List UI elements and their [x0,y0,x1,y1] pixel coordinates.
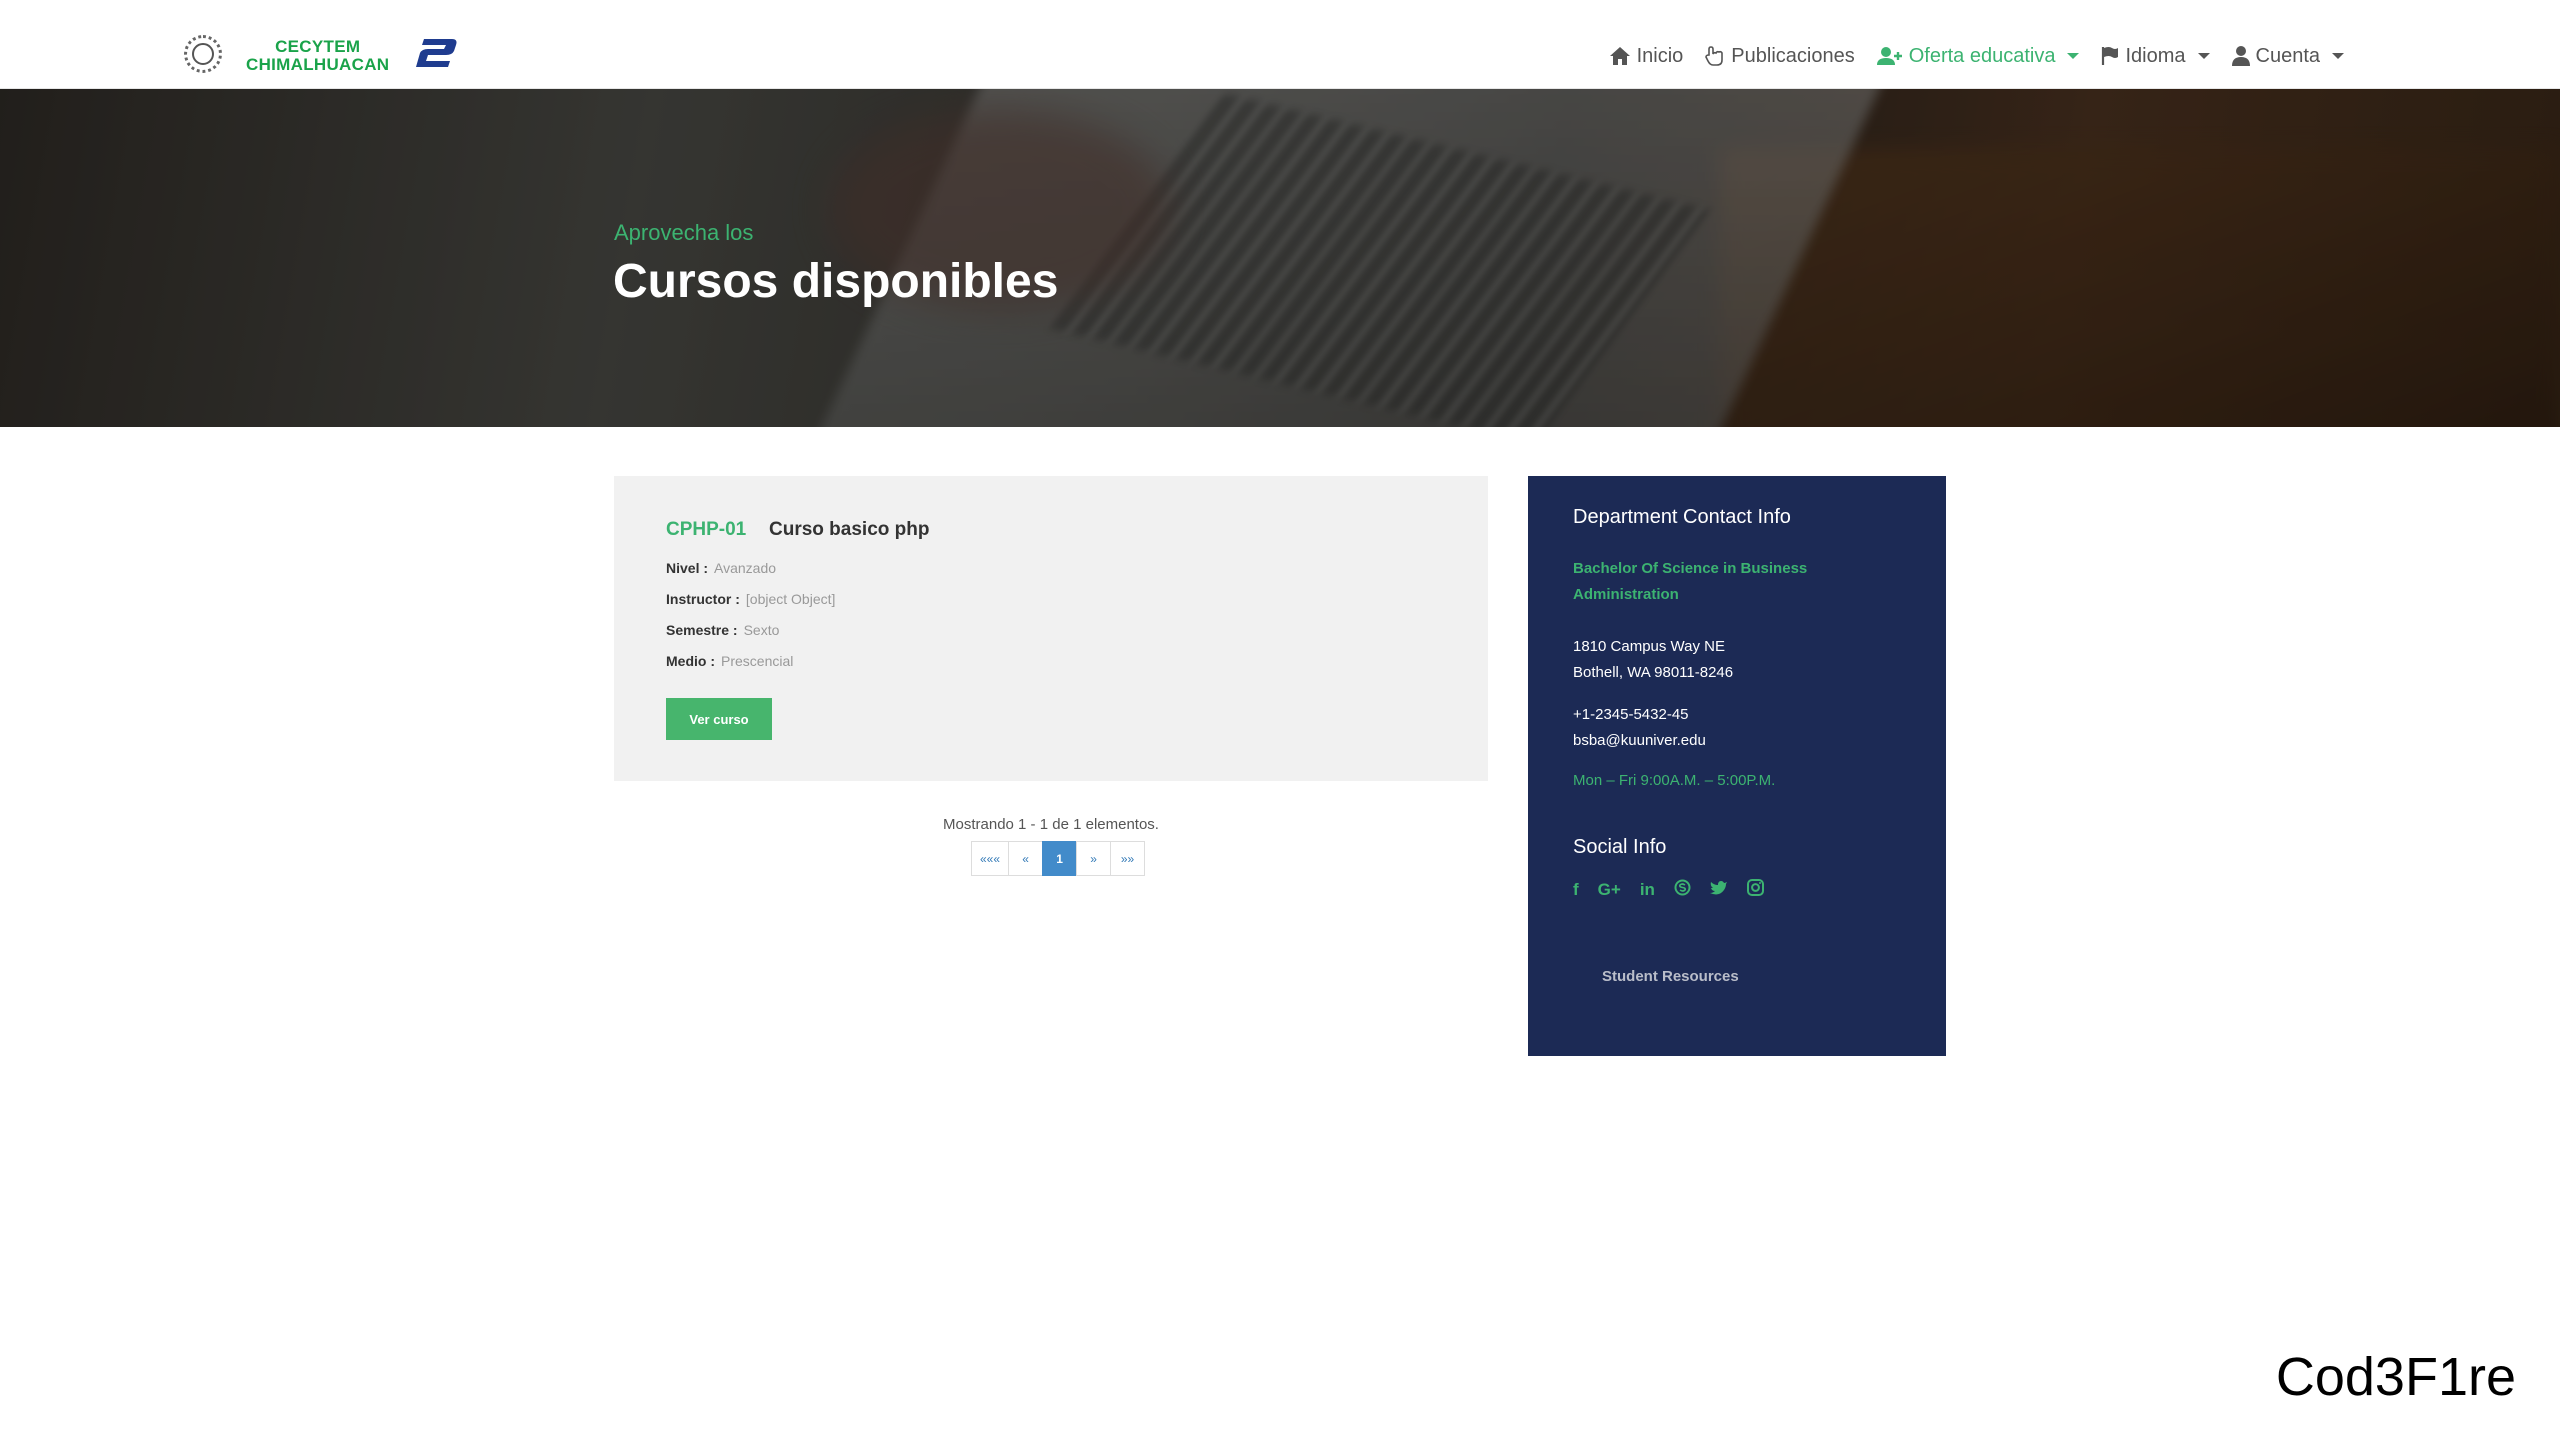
school-seal-logo[interactable] [184,35,222,73]
course-card: CPHP-01 Curso basico php Nivel : Avanzado… [614,476,1488,781]
user-plus-icon [1876,47,1902,65]
course-field-semestre: Semestre : Sexto [666,622,779,638]
social-title: Social Info [1573,836,1667,858]
nav-idioma-dropdown[interactable]: Idioma [2101,44,2210,68]
course-field-nivel: Nivel : Avanzado [666,560,776,576]
watermark-text: Cod3F1re [2275,1347,2516,1407]
address: 1810 Campus Way NE Bothell, WA 98011-824… [1573,634,1733,686]
field-value: [object Object] [745,591,836,607]
pagination-next[interactable]: » [1076,841,1112,876]
student-resources-link[interactable]: Student Resources [1602,968,1739,985]
office-hours: Mon – Fri 9:00A.M. – 5:00P.M. [1573,772,1776,789]
nav-cuenta-label: Cuenta [2255,44,2321,67]
field-label: Semestre : [666,622,738,638]
chevron-down-icon [2332,53,2344,59]
hero-banner: Aprovecha los Cursos disponibles [0,89,2560,427]
pagination-last[interactable]: »» [1110,841,1146,876]
course-name: Curso basico php [769,519,930,540]
pagination: ««« « 1 » »» [971,841,1146,876]
chevron-down-icon [2197,53,2210,59]
field-label: Medio : [666,653,715,669]
top-navbar: CECYTEM CHIMALHUACAN Inicio Publicacione… [0,0,2560,89]
phone[interactable]: +1-2345-5432-45 [1573,702,1706,728]
page-title: Cursos disponibles [613,255,1059,308]
pagination-summary: Mostrando 1 - 1 de 1 elementos. [943,816,1159,833]
nav-inicio-label: Inicio [1636,44,1684,67]
field-value: Avanzado [714,560,777,576]
twitter-icon[interactable] [1709,880,1728,900]
google-plus-icon[interactable]: G+ [1598,880,1621,900]
chevron-down-icon [2067,53,2080,59]
program-line2: Administration [1573,586,1679,603]
program-line1: Bachelor Of Science in Business [1573,560,1808,577]
brand-line1: CECYTEM [275,37,361,56]
brand-2-logo[interactable] [414,35,458,69]
pagination-page-1[interactable]: 1 [1042,841,1078,876]
nav-oferta-educativa-dropdown[interactable]: Oferta educativa [1876,44,2080,68]
address-line2: Bothell, WA 98011-8246 [1573,664,1734,681]
program-name[interactable]: Bachelor Of Science in Business Administ… [1573,556,1807,608]
instagram-icon[interactable] [1746,879,1764,901]
nav-publicaciones-label: Publicaciones [1731,44,1855,67]
skype-icon[interactable] [1674,879,1691,901]
flag-icon [2102,47,2119,65]
brand-line2: CHIMALHUACAN [246,55,390,74]
field-label: Nivel : [666,560,709,576]
nav-inicio[interactable]: Inicio [1609,44,1684,68]
nav-publicaciones[interactable]: Publicaciones [1705,44,1855,68]
main-nav: Inicio Publicaciones Oferta educativa Id… [1609,40,2344,72]
pagination-first[interactable]: ««« [971,841,1010,876]
course-field-medio: Medio : Prescencial [666,653,793,669]
nav-oferta-label: Oferta educativa [1908,44,2056,67]
user-icon [2231,46,2250,66]
hero-overlay [0,89,2560,427]
brand-logo-text[interactable]: CECYTEM CHIMALHUACAN [246,38,389,74]
hand-pointer-icon [1705,46,1724,66]
course-field-instructor: Instructor : [object Object] [666,591,835,607]
ver-curso-button[interactable]: Ver curso [666,698,772,740]
social-links: f G+ in [1573,879,1764,901]
address-line1: 1810 Campus Way NE [1573,638,1726,655]
contact-sidebar: Department Contact Info Bachelor Of Scie… [1528,476,1946,1056]
email[interactable]: bsba@kuuniver.edu [1573,728,1706,754]
facebook-icon[interactable]: f [1573,880,1579,900]
field-label: Instructor : [666,591,740,607]
contact-title: Department Contact Info [1573,506,1791,528]
contact-details: +1-2345-5432-45 bsba@kuuniver.edu [1573,702,1706,754]
hero-subtitle: Aprovecha los [614,220,754,245]
course-code: CPHP-01 [666,519,747,540]
field-value: Sexto [743,622,780,638]
field-value: Prescencial [721,653,794,669]
home-icon [1609,47,1630,65]
nav-cuenta-dropdown[interactable]: Cuenta [2231,44,2344,68]
pagination-prev[interactable]: « [1008,841,1044,876]
nav-idioma-label: Idioma [2125,44,2186,67]
linkedin-icon[interactable]: in [1640,880,1655,900]
